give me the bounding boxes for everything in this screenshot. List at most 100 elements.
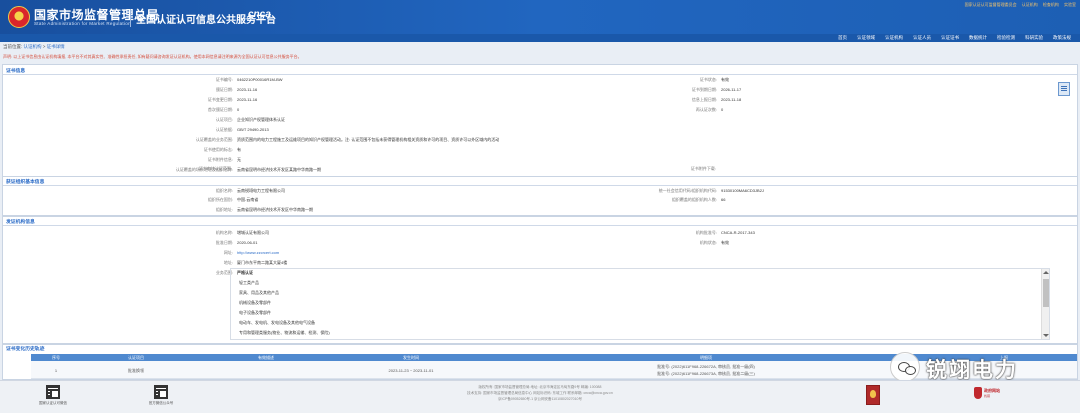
field-value: 中国-云南省 xyxy=(237,197,259,202)
field-value: 0 xyxy=(721,107,724,112)
disclaimer-notice: 声明: 以上证书信息由认证机构填报, 本平台不对其真实性、准确性承担责任, 如有… xyxy=(3,54,302,59)
scope-item: 电子设备及零部件 xyxy=(239,310,271,315)
scope-item: 专用和管理类服务(物业、物流和运输、检测、保险) xyxy=(239,330,330,335)
top-link[interactable]: 检查机构 xyxy=(1043,2,1059,7)
table-cell: 2023-11-23 ~ 2023-11-01 xyxy=(388,368,434,373)
nav-item-stats[interactable]: 数据统计 xyxy=(964,34,992,42)
section-title: 获证组织基本信息 xyxy=(6,180,45,185)
header-divider xyxy=(130,9,131,27)
field-label: 网址: xyxy=(223,250,233,255)
field-label: 证书到期日期: xyxy=(691,87,717,92)
qr-code-icon xyxy=(46,385,60,399)
field-value: 云南省昆明市经济技术开发区中华南路一期 xyxy=(237,207,313,212)
field-label: 认证项目: xyxy=(215,117,233,122)
document-download-icon[interactable] xyxy=(1058,82,1070,96)
table-cell: 批准号: (2022)611F968-226672A, 审核员, 批准一级(四) xyxy=(657,364,755,369)
nav-item-cert-field[interactable]: 认证领域 xyxy=(852,34,880,42)
watermark: 锐翊电力 xyxy=(890,350,1060,384)
field-label: 信息上报日期: xyxy=(691,97,717,102)
field-label: 组织所在国别: xyxy=(207,197,233,202)
field-label: 证书审核认证范围: xyxy=(198,166,232,171)
field-label: 颁证日期: xyxy=(215,87,233,92)
scroll-down-icon[interactable] xyxy=(1043,334,1049,337)
column-header: 序号 xyxy=(52,355,60,360)
nav-item-cert-agency[interactable]: 认证机构 xyxy=(880,34,908,42)
nav-item-cert-staff[interactable]: 认证人员 xyxy=(908,34,936,42)
table-cell: 1 xyxy=(54,368,58,373)
breadcrumb-link[interactable]: 认证机构 xyxy=(24,44,42,49)
field-value: 66 xyxy=(721,197,726,202)
scope-item: 电动车、发电机、发电设备及其他电气设备 xyxy=(239,320,315,325)
party-badge-icon[interactable] xyxy=(866,385,880,405)
field-label: 机构状态: xyxy=(699,240,717,245)
field-label: 组织覆盖的组织机构人数: xyxy=(671,197,717,202)
shield-icon xyxy=(974,387,982,399)
column-header: 认证项目 xyxy=(128,355,144,360)
field-value: 0 xyxy=(237,107,240,112)
footer-line: 京ICP备09052650号-1 京公网安备11010802027010号 xyxy=(498,397,582,401)
footer-info: 版权所有: 国家市场监督管理总局 地址: 北京市海淀区马甸东路9号 邮编: 10… xyxy=(440,384,640,402)
site-footer: 国家认证认可微信 官方微信公众号 版权所有: 国家市场监督管理总局 地址: 北京… xyxy=(0,380,1080,413)
org-name-en: State Administration for Market Regulati… xyxy=(34,21,131,26)
cert-info-panel: 证书信息 证书编号: 0462210P00016R1M-BW 证书状态: 有效 … xyxy=(2,64,1078,178)
field-value: GB/T 29490-2013 xyxy=(237,127,269,132)
field-value: 增城认证有限公司 xyxy=(237,230,269,235)
field-value: 有效 xyxy=(721,77,729,82)
org-info-panel: 获证组织基本信息 组织名称: 云南锐翊电力工程有限公司 统一社会信用代码/组织机… xyxy=(2,176,1078,216)
field-value: 2023-11-16 xyxy=(237,87,258,92)
field-value: 有 xyxy=(237,147,241,152)
nav-item-policy[interactable]: 政策法规 xyxy=(1048,34,1076,42)
field-label: 证书编号: xyxy=(215,77,233,82)
section-divider xyxy=(3,185,1077,186)
field-label: 证书使用的标志: xyxy=(203,147,233,152)
section-title: 证书信息 xyxy=(6,69,26,74)
scroll-up-icon[interactable] xyxy=(1043,271,1049,274)
scope-item: 家具、用品及其他产品 xyxy=(239,290,279,295)
section-divider xyxy=(3,74,1077,75)
column-header: 发生时间 xyxy=(403,355,419,360)
field-label: 机构批准号: xyxy=(695,230,717,235)
agency-website-link[interactable]: http://www.zzcrcert.com xyxy=(237,250,279,255)
top-link[interactable]: 认证机构 xyxy=(1022,2,1038,7)
field-label: 证书附件下载: xyxy=(690,166,716,171)
field-label: 业务范围: xyxy=(215,270,233,275)
top-link[interactable]: 国家认证认可监督管理委员会 xyxy=(965,2,1017,7)
business-scope-list[interactable]: 轻工类产品 家具、用品及其他产品 机械设备及零部件 电子设备及零部件 电动车、发… xyxy=(230,268,1050,340)
field-value: CNCA-R-2017-343 xyxy=(721,230,755,235)
field-label: 地址: xyxy=(223,260,233,265)
site-header: 国家市场监督管理总局 State Administration for Mark… xyxy=(0,0,1080,34)
section-divider xyxy=(3,225,1077,226)
top-link[interactable]: 实验室 xyxy=(1064,2,1076,7)
breadcrumb-prefix: 当前位置: xyxy=(3,44,23,49)
nav-item-inspection[interactable]: 检验检测 xyxy=(992,34,1020,42)
scope-item: 机械设备及零部件 xyxy=(239,300,271,305)
field-label: 首次颁证日期: xyxy=(207,107,233,112)
field-value: 云南锐翊电力工程有限公司 xyxy=(237,188,285,193)
field-value: 厦门市东平南二路某大厦4楼 xyxy=(237,260,288,265)
field-value: 企业知识产权管理体系认证 xyxy=(237,117,285,122)
field-label: 组织地址: xyxy=(215,207,233,212)
top-links: 国家认证认可监督管理委员会 认证机构 检查机构 实验室 xyxy=(961,2,1076,8)
field-value: 2020-06-01 xyxy=(237,240,258,245)
field-value: 资质范围内的电力工程施工及运维项目的知识产权管理活动。注: 认证范围不包括未获得… xyxy=(237,137,500,142)
nav-item-research[interactable]: 科研实验 xyxy=(1020,34,1048,42)
nav-item-certificates[interactable]: 认证证书 xyxy=(936,34,964,42)
field-label: 证书变更日期: xyxy=(207,97,233,102)
field-label: 统一社会信用代码/组织机构代码: xyxy=(658,188,717,193)
scope-scrollbar[interactable] xyxy=(1041,269,1049,339)
table-cell: 批准换领 xyxy=(128,368,144,373)
column-header: 明细项 xyxy=(700,355,712,360)
scroll-thumb[interactable] xyxy=(1043,279,1049,307)
field-label: 证书状态: xyxy=(699,77,717,82)
field-value: 2023-11-16 xyxy=(237,97,258,102)
gov-site-badge[interactable]: 政府网站 找错 xyxy=(974,387,1000,405)
field-value: 2026-11-17 xyxy=(721,87,742,92)
field-label: 认证依据: xyxy=(215,127,233,132)
field-value: 云南省昆明市经济技术开发区某路中华南路一期 xyxy=(237,167,321,172)
qr-caption: 国家认证认可微信 xyxy=(39,401,67,405)
field-value: 2023-11-18 xyxy=(721,97,742,102)
qr-code-icon xyxy=(154,385,168,399)
breadcrumb: 当前位置: 认证机构 > 证书详情 xyxy=(3,44,65,50)
section-title: 发证机构信息 xyxy=(6,220,35,225)
nav-item-home[interactable]: 首页 xyxy=(833,34,852,42)
